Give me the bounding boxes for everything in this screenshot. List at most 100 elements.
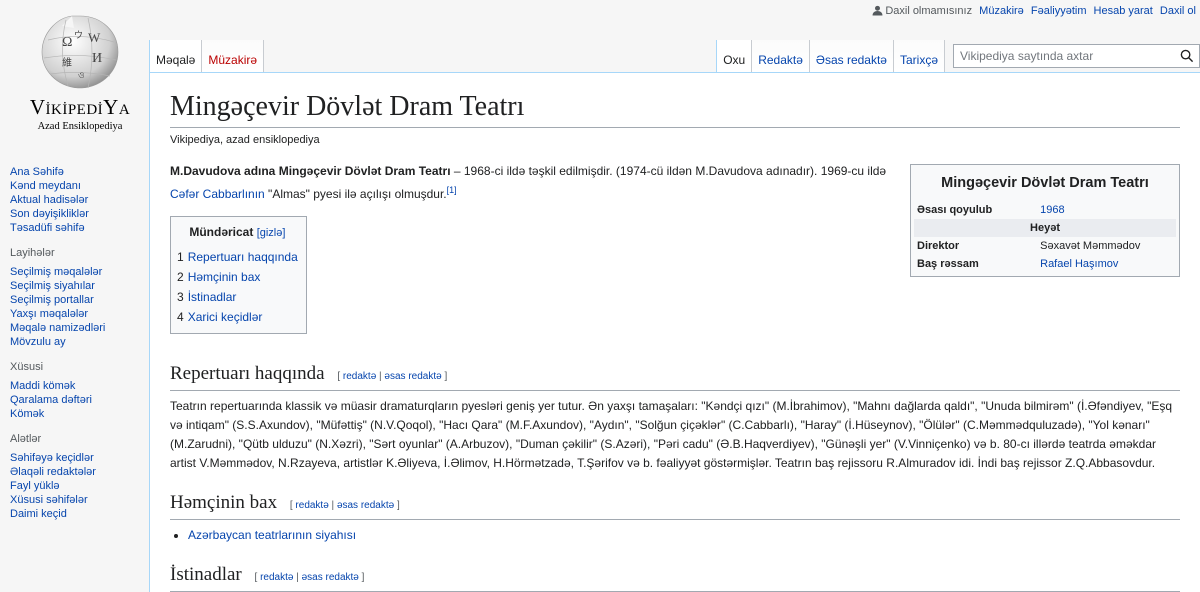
search-input[interactable] (954, 45, 1175, 67)
search-button[interactable] (1175, 45, 1199, 67)
see-also-list: Azərbaycan teatrlarının siyahısı (170, 526, 1180, 545)
sidebar-heading-special: Xüsusi (10, 361, 44, 373)
tab-talk-label[interactable]: Müzakirə (208, 53, 257, 67)
tab-article-label[interactable]: Məqalə (156, 53, 195, 67)
personal-contributions-link[interactable]: Fəaliyyətim (1031, 5, 1087, 17)
toc-number: 3 (177, 290, 184, 304)
infobox-section-header: Heyət (914, 219, 1176, 237)
tab-edit-source-label[interactable]: Əsas redaktə (816, 53, 887, 67)
toc-item[interactable]: 2 Həmçinin bax (177, 267, 298, 287)
sidebar-heading-projects: Layihələr (10, 247, 55, 259)
sidebar-item-sandbox[interactable]: Qaralama dəftəri (10, 394, 92, 406)
sidebar-item-what-links-here[interactable]: Səhifəyə keçidlər (10, 452, 94, 464)
section-title: İstinadlar (170, 564, 242, 585)
wikipedia-logo[interactable]: Ω W ウ И 維 ও VİKİPEDİYA Azad Ensiklopediy… (0, 0, 160, 150)
edit-source-section-link[interactable]: əsas redaktə (302, 572, 359, 583)
toc-item[interactable]: 3 İstinadlar (177, 287, 298, 307)
toc-title: Mündəricat [gizlə] (177, 223, 298, 243)
edit-section-link[interactable]: redaktə (343, 371, 376, 382)
user-icon (872, 2, 883, 24)
edit-section-link[interactable]: redaktə (295, 500, 328, 511)
reference-link[interactable]: [1] (447, 185, 457, 195)
sidebar-navigation: Ana Səhifə Kənd meydanı Aktual hadisələr… (10, 165, 150, 235)
sidebar-item-featured-articles[interactable]: Seçilmiş məqalələr (10, 266, 102, 278)
sidebar: Ana Səhifə Kənd meydanı Aktual hadisələr… (10, 165, 150, 531)
toc-toggle[interactable]: [gizlə] (257, 227, 286, 239)
sidebar-item-related-changes[interactable]: Əlaqəli redaktələr (10, 466, 96, 478)
sidebar-item-theme-month[interactable]: Mövzulu ay (10, 336, 66, 348)
edit-source-section-link[interactable]: əsas redaktə (337, 500, 394, 511)
sidebar-item-featured-portals[interactable]: Seçilmiş portallar (10, 294, 94, 306)
page-title: Mingəçevir Dövlət Dram Teatrı (170, 89, 1180, 128)
infobox-founded-link[interactable]: 1968 (1040, 204, 1064, 216)
content: Mingəçevir Dövlət Dram Teatrı Vikipediya… (149, 72, 1200, 592)
page-tabs: Məqalə Müzakirə Oxu Redaktə Əsas redaktə… (149, 40, 1200, 72)
infobox-row: Baş rəssam Rafael Haşımov (914, 255, 1176, 273)
tab-edit[interactable]: Redaktə (752, 40, 810, 72)
sidebar-item-main-page[interactable]: Ana Səhifə (10, 166, 64, 178)
sidebar-item-special-pages[interactable]: Xüsusi səhifələr (10, 494, 88, 506)
create-account-link[interactable]: Hesab yarat (1094, 5, 1153, 17)
wordmark: VİKİPEDİYA (29, 95, 131, 119)
infobox-label: Direktor (917, 240, 960, 252)
sidebar-item-current-events[interactable]: Aktual hadisələr (10, 194, 88, 206)
edit-section-link[interactable]: redaktə (260, 572, 293, 583)
infobox-label: Əsası qoyulub (917, 204, 993, 216)
sidebar-item-random[interactable]: Təsadüfi səhifə (10, 222, 85, 234)
sidebar-projects: Layihələr Seçilmiş məqalələr Seçilmiş si… (10, 247, 150, 349)
toc-link[interactable]: Repertuarı haqqında (188, 250, 298, 264)
lead-bold-title: M.Davudova adına Mingəçevir Dövlət Dram … (170, 164, 451, 178)
globe-icon: Ω W ウ И 維 ও (41, 15, 119, 89)
tab-talk[interactable]: Müzakirə (202, 40, 265, 72)
table-of-contents: Mündəricat [gizlə] 1 Repertuarı haqqında … (170, 216, 307, 334)
sidebar-item-featured-lists[interactable]: Seçilmiş siyahılar (10, 280, 95, 292)
tab-edit-label[interactable]: Redaktə (758, 53, 803, 67)
sidebar-item-help[interactable]: Kömək (10, 408, 44, 420)
toc-link[interactable]: Həmçinin bax (188, 270, 261, 284)
toc-item[interactable]: 1 Repertuarı haqqında (177, 247, 298, 267)
svg-text:W: W (88, 30, 101, 45)
toc-link[interactable]: İstinadlar (188, 290, 237, 304)
tab-read[interactable]: Oxu (716, 40, 753, 72)
view-tabs: Oxu Redaktə Əsas redaktə Tarixçə (716, 40, 1200, 72)
tab-history[interactable]: Tarixçə (893, 40, 945, 72)
tab-history-label[interactable]: Tarixçə (900, 53, 938, 67)
sidebar-item-community[interactable]: Kənd meydanı (10, 180, 81, 192)
repertoire-paragraph: Teatrın repertuarında klassik və müasir … (170, 399, 1173, 470)
sidebar-item-donate[interactable]: Maddi kömək (10, 380, 75, 392)
see-also-link[interactable]: Azərbaycan teatrlarının siyahısı (188, 528, 356, 542)
svg-text:ウ: ウ (74, 30, 83, 40)
list-item: Azərbaycan teatrlarının siyahısı (188, 526, 1180, 545)
svg-text:И: И (92, 51, 102, 66)
section-title: Həmçinin bax (170, 492, 278, 513)
section-heading-repertoire: Repertuarı haqqında [ redaktə | əsas red… (170, 362, 1180, 391)
not-logged-in-text: Daxil olmamısınız (885, 5, 973, 17)
infobox-artist-link[interactable]: Rafael Haşımov (1040, 258, 1118, 270)
section-title: Repertuarı haqqında (170, 363, 325, 384)
toc-item[interactable]: 4 Xarici keçidlər (177, 307, 298, 327)
sidebar-item-permanent-link[interactable]: Daimi keçid (10, 508, 67, 520)
toc-link[interactable]: Xarici keçidlər (188, 310, 263, 324)
lead-link[interactable]: Cəfər Cabbarlının (170, 187, 265, 201)
tab-edit-source[interactable]: Əsas redaktə (809, 40, 894, 72)
infobox-row: Direktor Səxavət Məmmədov (914, 237, 1176, 255)
toc-heading: Mündəricat (189, 225, 254, 239)
sidebar-item-recent-changes[interactable]: Son dəyişikliklər (10, 208, 89, 220)
personal-tools: Daxil olmamısınız Müzakirə Fəaliyyətim H… (872, 0, 1200, 22)
sidebar-special: Xüsusi Maddi kömək Qaralama dəftəri Kömə… (10, 361, 150, 421)
tab-read-label[interactable]: Oxu (723, 53, 745, 67)
sidebar-item-upload-file[interactable]: Fayl yüklə (10, 480, 60, 492)
site-subtitle: Vikipediya, azad ensiklopediya (170, 134, 320, 146)
sidebar-item-good-articles[interactable]: Yaxşı məqalələr (10, 308, 88, 320)
personal-talk-link[interactable]: Müzakirə (979, 5, 1024, 17)
tab-article[interactable]: Məqalə (149, 40, 203, 72)
sidebar-item-article-candidates[interactable]: Məqalə namizədləri (10, 322, 105, 334)
sidebar-heading-tools: Alətlər (10, 433, 42, 445)
infobox-row: Heyət (914, 219, 1176, 237)
edit-section: [ redaktə | əsas redaktə ] (254, 572, 365, 583)
svg-text:Ω: Ω (62, 35, 72, 50)
edit-section: [ redaktə | əsas redaktə ] (337, 371, 448, 382)
infobox-value: Səxavət Məmmədov (1040, 240, 1141, 252)
login-link[interactable]: Daxil ol (1160, 5, 1196, 17)
edit-source-section-link[interactable]: əsas redaktə (384, 371, 441, 382)
